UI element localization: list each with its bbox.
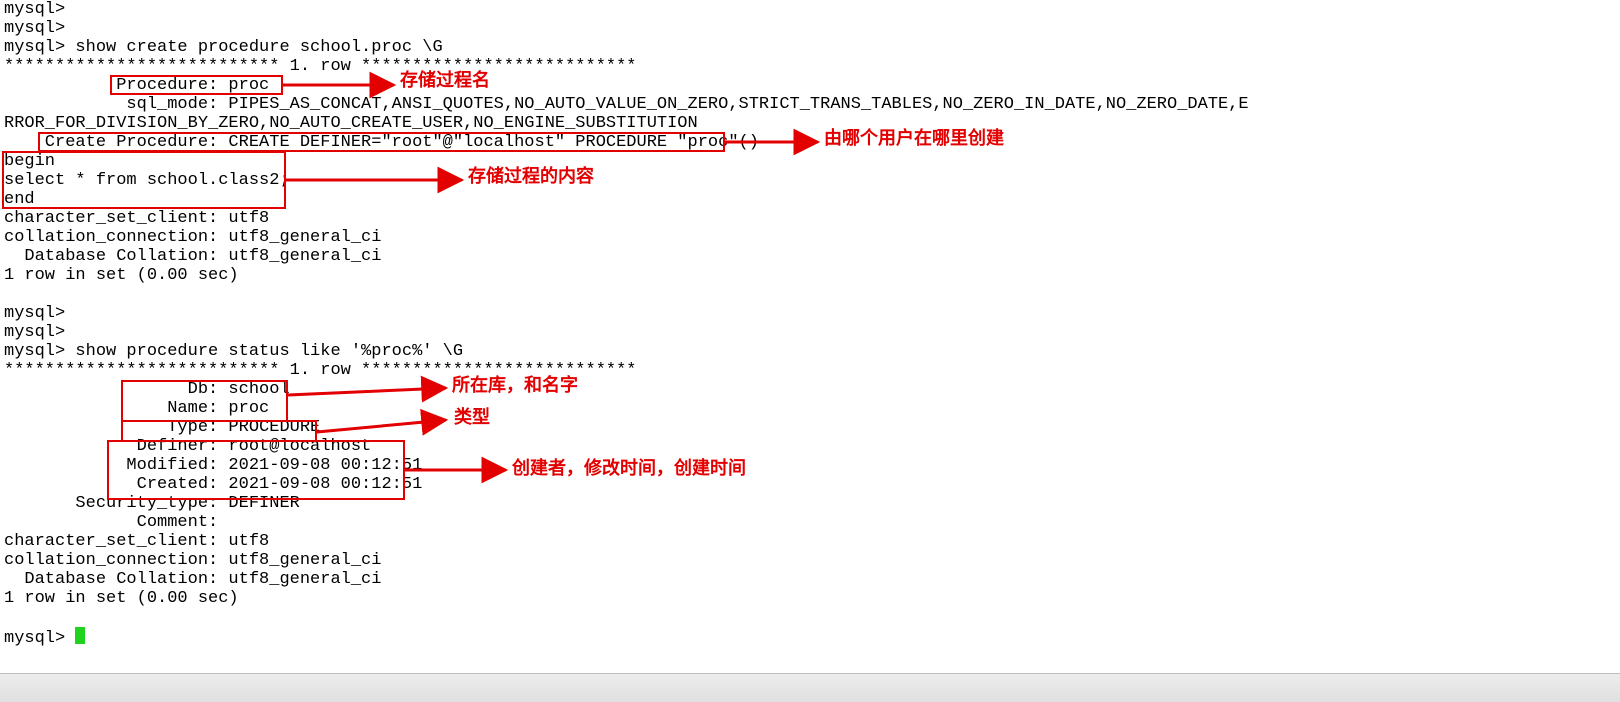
annotation-procedure-name: 存储过程名 bbox=[400, 71, 490, 90]
highlight-box-definer-modified-created bbox=[107, 440, 405, 500]
screenshot-stage: mysql> mysql> mysql> show create procedu… bbox=[0, 0, 1620, 702]
highlight-box-db-name bbox=[121, 380, 288, 422]
window-taskbar bbox=[0, 673, 1620, 702]
annotation-type: 类型 bbox=[454, 408, 490, 427]
highlight-box-type bbox=[121, 420, 317, 442]
annotation-definer-times: 创建者，修改时间，创建时间 bbox=[512, 459, 746, 478]
highlight-box-create-procedure bbox=[38, 132, 725, 152]
annotation-body: 存储过程的内容 bbox=[468, 167, 594, 186]
annotation-db-and-name: 所在库，和名字 bbox=[452, 376, 578, 395]
mysql-terminal-output: mysql> mysql> mysql> show create procedu… bbox=[4, 0, 1249, 648]
annotation-created-by: 由哪个用户在哪里创建 bbox=[824, 129, 1004, 148]
highlight-box-procedure-name bbox=[110, 75, 283, 95]
terminal-cursor bbox=[75, 627, 85, 644]
highlight-box-procedure-body bbox=[2, 151, 286, 209]
